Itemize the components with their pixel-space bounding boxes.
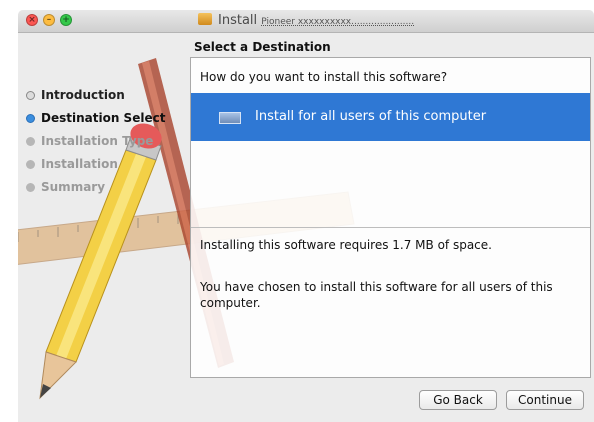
step-installation: Installation [26, 153, 165, 176]
install-choice-text: You have chosen to install this software… [200, 280, 553, 310]
close-window-button[interactable]: × [26, 14, 38, 26]
step-current-bullet-icon [26, 114, 35, 123]
installer-steps: Introduction Destination Select Installa… [26, 84, 165, 199]
zoom-window-button[interactable]: + [60, 14, 72, 26]
title-bar: × – + Install Pioneer xxxxxxxxxx........… [18, 10, 594, 33]
step-label: Installation [41, 157, 118, 171]
install-all-users-option[interactable]: Install for all users of this computer [191, 93, 590, 141]
package-icon [198, 13, 212, 25]
step-summary: Summary [26, 176, 165, 199]
destination-panel: How do you want to install this software… [190, 57, 591, 378]
window-title-prefix: Install [218, 13, 258, 28]
go-back-button[interactable]: Go Back [419, 390, 497, 410]
step-todo-bullet-icon [26, 137, 35, 146]
step-label: Installation Type [41, 134, 154, 148]
step-todo-bullet-icon [26, 183, 35, 192]
space-requirement-text: Installing this software requires 1.7 MB… [200, 238, 492, 252]
step-label: Destination Select [41, 111, 166, 125]
computer-disk-icon [219, 112, 241, 124]
window-title: Install Pioneer xxxxxxxxxx..............… [198, 13, 414, 28]
installer-window: × – + Install Pioneer xxxxxxxxxx........… [18, 10, 594, 422]
install-question: How do you want to install this software… [200, 70, 448, 84]
step-label: Summary [41, 180, 106, 194]
step-introduction: Introduction [26, 84, 165, 107]
minimize-window-button[interactable]: – [43, 14, 55, 26]
window-title-suffix: Pioneer xxxxxxxxxx...................... [261, 17, 415, 27]
step-todo-bullet-icon [26, 160, 35, 169]
step-destination-select: Destination Select [26, 107, 165, 130]
step-installation-type: Installation Type [26, 130, 165, 153]
page-title: Select a Destination [194, 40, 331, 54]
step-label: Introduction [41, 88, 125, 102]
step-done-bullet-icon [26, 91, 35, 100]
continue-button[interactable]: Continue [506, 390, 584, 410]
install-all-users-label: Install for all users of this computer [255, 109, 487, 124]
panel-divider [191, 227, 590, 228]
